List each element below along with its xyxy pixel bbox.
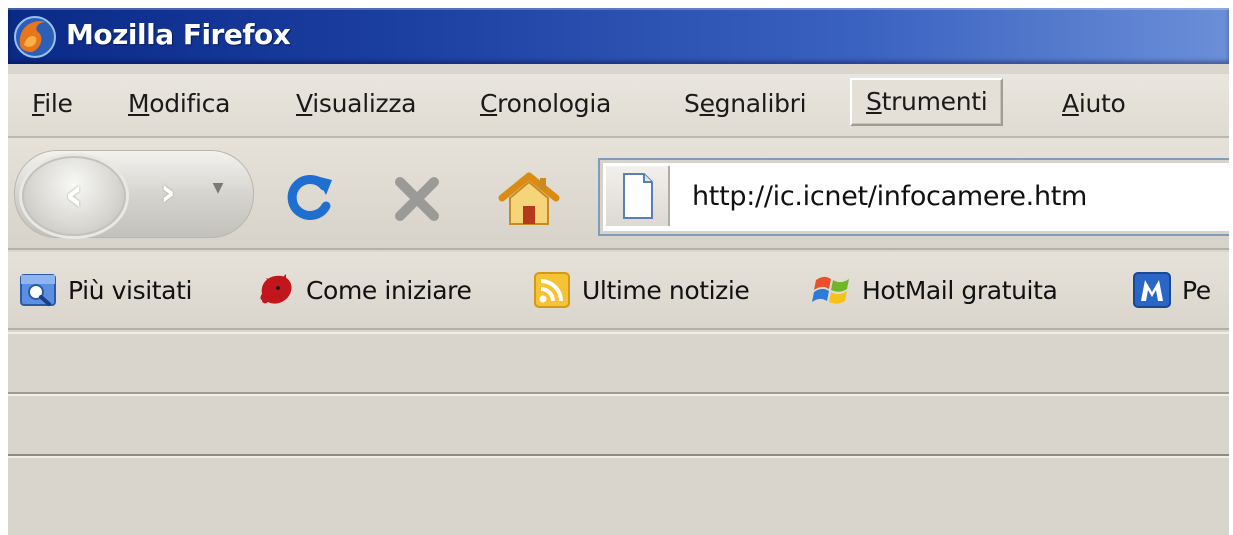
back-arrow-icon: ‹ [64,167,84,221]
bookmark-label: Come iniziare [306,276,472,305]
history-dropdown-button[interactable]: ▼ [208,180,228,204]
empty-toolbar-2 [8,394,1229,456]
menu-bar: File Modifica Visualizza Cronologia Segn… [8,74,1229,138]
empty-toolbar-1 [8,332,1229,394]
bookmark-pe[interactable]: Pe [1132,266,1211,316]
menu-strumenti-label: trumenti [881,87,988,116]
bookmark-label: HotMail gratuita [862,276,1058,305]
back-button[interactable]: ‹ [22,156,126,236]
menu-aiuto-accel: A [1062,89,1079,118]
menu-segnalibri-accel: e [699,89,715,118]
bookmark-hotmail-gratuita[interactable]: HotMail gratuita [812,266,1058,316]
menu-modifica-label: odifica [149,89,231,118]
rss-feed-icon [534,272,570,308]
bookmarks-toolbar: Più visitati Come iniziare Ultime notizi… [8,252,1229,330]
menu-cronologia-accel: C [480,89,498,118]
menu-visualizza-accel: V [296,89,313,118]
browser-window: Mozilla Firefox File Modifica Visualizza… [8,8,1229,535]
firefox-logo-icon [14,16,56,58]
forward-button[interactable]: › [138,168,198,218]
page-icon [623,173,653,219]
site-identity-button[interactable] [606,166,670,226]
menu-segnalibri[interactable]: Segnalibri [670,82,820,126]
bookmark-label: Ultime notizie [582,276,750,305]
stop-icon[interactable] [390,172,444,226]
menu-file[interactable]: File [18,82,87,126]
m-letter-icon [1133,272,1171,308]
menu-modifica[interactable]: Modifica [114,82,244,126]
menu-cronologia-label: ronologia [497,89,611,118]
menu-segnalibri-prefix: S [684,89,700,118]
menu-segnalibri-label: gnalibri [714,89,807,118]
menu-modifica-accel: M [128,89,150,118]
url-input[interactable]: http://ic.icnet/infocamere.htm [692,160,1087,234]
address-bar[interactable]: http://ic.icnet/infocamere.htm [598,158,1229,236]
bookmark-label: Più visitati [68,276,193,305]
menu-aiuto-label: iuto [1078,89,1126,118]
menu-visualizza[interactable]: Visualizza [282,82,430,126]
content-area [8,456,1229,535]
forward-arrow-icon: › [160,170,176,214]
bookmark-ultime-notizie[interactable]: Ultime notizie [532,266,750,316]
menu-strumenti-accel: S [866,87,882,116]
title-bar: Mozilla Firefox [8,8,1229,64]
menu-aiuto[interactable]: Aiuto [1048,82,1140,126]
menu-file-label: ile [44,89,73,118]
home-icon[interactable] [496,168,562,230]
window-title: Mozilla Firefox [66,18,291,51]
menu-file-accel: F [32,89,45,118]
windows-flag-icon [812,276,849,304]
chevron-down-icon: ▼ [212,180,224,196]
bookmark-come-iniziare[interactable]: Come iniziare [256,266,472,316]
bookmark-piu-visitati[interactable]: Più visitati [18,266,192,316]
bookmark-label: Pe [1182,276,1211,305]
menu-strumenti[interactable]: Strumenti [850,78,1004,126]
menu-cronologia[interactable]: Cronologia [466,82,625,126]
menu-visualizza-label: isualizza [312,89,417,118]
reload-icon[interactable] [280,168,340,228]
navigation-toolbar: ‹ › ▼ http://ic.icnet/infocamere.htm [8,138,1229,250]
firefox-logo-icon [260,274,292,304]
most-visited-icon [20,274,56,306]
